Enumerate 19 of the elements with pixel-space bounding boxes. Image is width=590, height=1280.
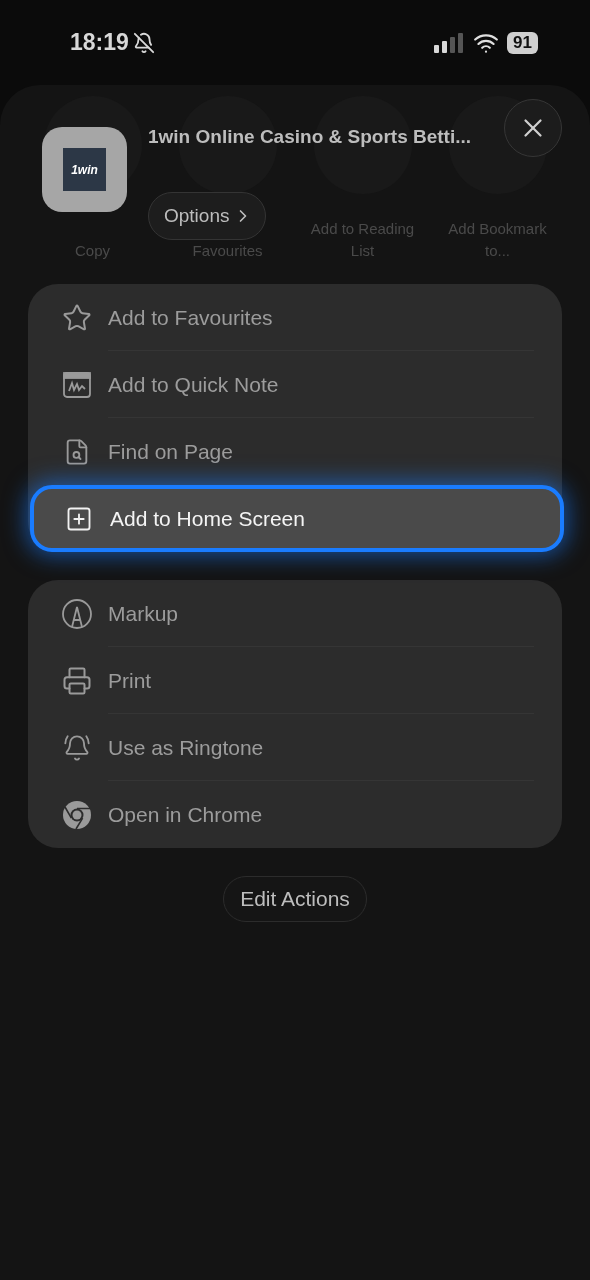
edit-actions-button[interactable]: Edit Actions [223, 876, 367, 922]
menu-item[interactable]: Find on Page [28, 418, 562, 485]
browser-icon [62, 799, 92, 830]
menu-item[interactable]: Add to Favourites [28, 284, 562, 351]
clock-time: 18:19 [70, 29, 129, 56]
page-title: 1win Online Casino & Sports Betti... [148, 126, 472, 148]
note-icon [63, 371, 91, 398]
battery-level: 91 [507, 31, 538, 54]
menu-item[interactable]: Open in Chrome [28, 781, 562, 848]
pen-icon [62, 598, 92, 629]
menu-item[interactable]: Use as Ringtone [28, 714, 562, 781]
menu-item[interactable]: Markup [28, 580, 562, 647]
signal-icon [433, 32, 464, 53]
bell-icon [63, 733, 91, 762]
menu-item[interactable]: Print [28, 647, 562, 714]
menu-item[interactable]: Add to Quick Note [28, 351, 562, 418]
app-logo: 1win [63, 148, 106, 191]
menu-item[interactable]: Add to Home Screen [30, 485, 564, 552]
options-button[interactable]: Options [148, 192, 267, 240]
